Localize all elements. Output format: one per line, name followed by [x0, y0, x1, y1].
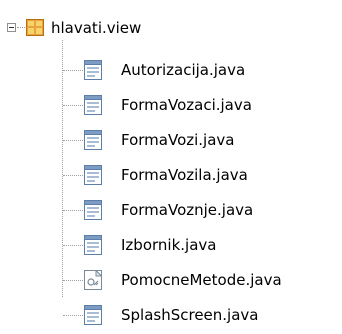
tree-node-file[interactable]: Izbornik.java — [0, 231, 342, 259]
file-label: Autorizacija.java — [121, 61, 246, 79]
java-form-icon — [84, 165, 102, 185]
tree-connector — [63, 280, 83, 281]
java-form-icon — [84, 60, 102, 80]
tree-connector — [63, 210, 83, 211]
tree-connector — [63, 245, 83, 246]
tree-node-package[interactable]: hlavati.view — [0, 18, 342, 40]
tree-connector — [17, 27, 25, 28]
tree-connector — [63, 70, 83, 71]
java-form-icon — [84, 130, 102, 150]
java-form-icon — [84, 305, 102, 325]
project-tree: hlavati.view Autorizacija.java FormaVoza… — [0, 0, 342, 334]
tree-node-file[interactable]: FormaVoznje.java — [0, 196, 342, 224]
java-form-icon — [84, 95, 102, 115]
tree-node-file[interactable]: FormaVozaci.java — [0, 91, 342, 119]
file-label: SplashScreen.java — [121, 306, 259, 324]
java-form-icon — [84, 200, 102, 220]
file-label: FormaVoznje.java — [121, 201, 254, 219]
file-label: FormaVozaci.java — [121, 96, 252, 114]
tree-connector — [63, 140, 83, 141]
file-label: FormaVozi.java — [121, 131, 235, 149]
tree-connector — [63, 315, 83, 316]
file-label: PomocneMetode.java — [121, 271, 282, 289]
tree-node-file[interactable]: PomocneMetode.java — [0, 266, 342, 294]
tree-connector — [63, 175, 83, 176]
package-icon — [26, 19, 44, 36]
tree-connector — [63, 105, 83, 106]
file-label: Izbornik.java — [121, 236, 217, 254]
package-label: hlavati.view — [51, 19, 142, 37]
tree-node-file[interactable]: FormaVozi.java — [0, 126, 342, 154]
collapse-toggle-icon[interactable] — [7, 23, 16, 32]
tree-node-file[interactable]: FormaVozila.java — [0, 161, 342, 189]
tree-node-file[interactable]: SplashScreen.java — [0, 301, 342, 329]
java-class-icon — [84, 270, 102, 290]
file-label: FormaVozila.java — [121, 166, 248, 184]
tree-node-file[interactable]: Autorizacija.java — [0, 56, 342, 84]
java-form-icon — [84, 235, 102, 255]
